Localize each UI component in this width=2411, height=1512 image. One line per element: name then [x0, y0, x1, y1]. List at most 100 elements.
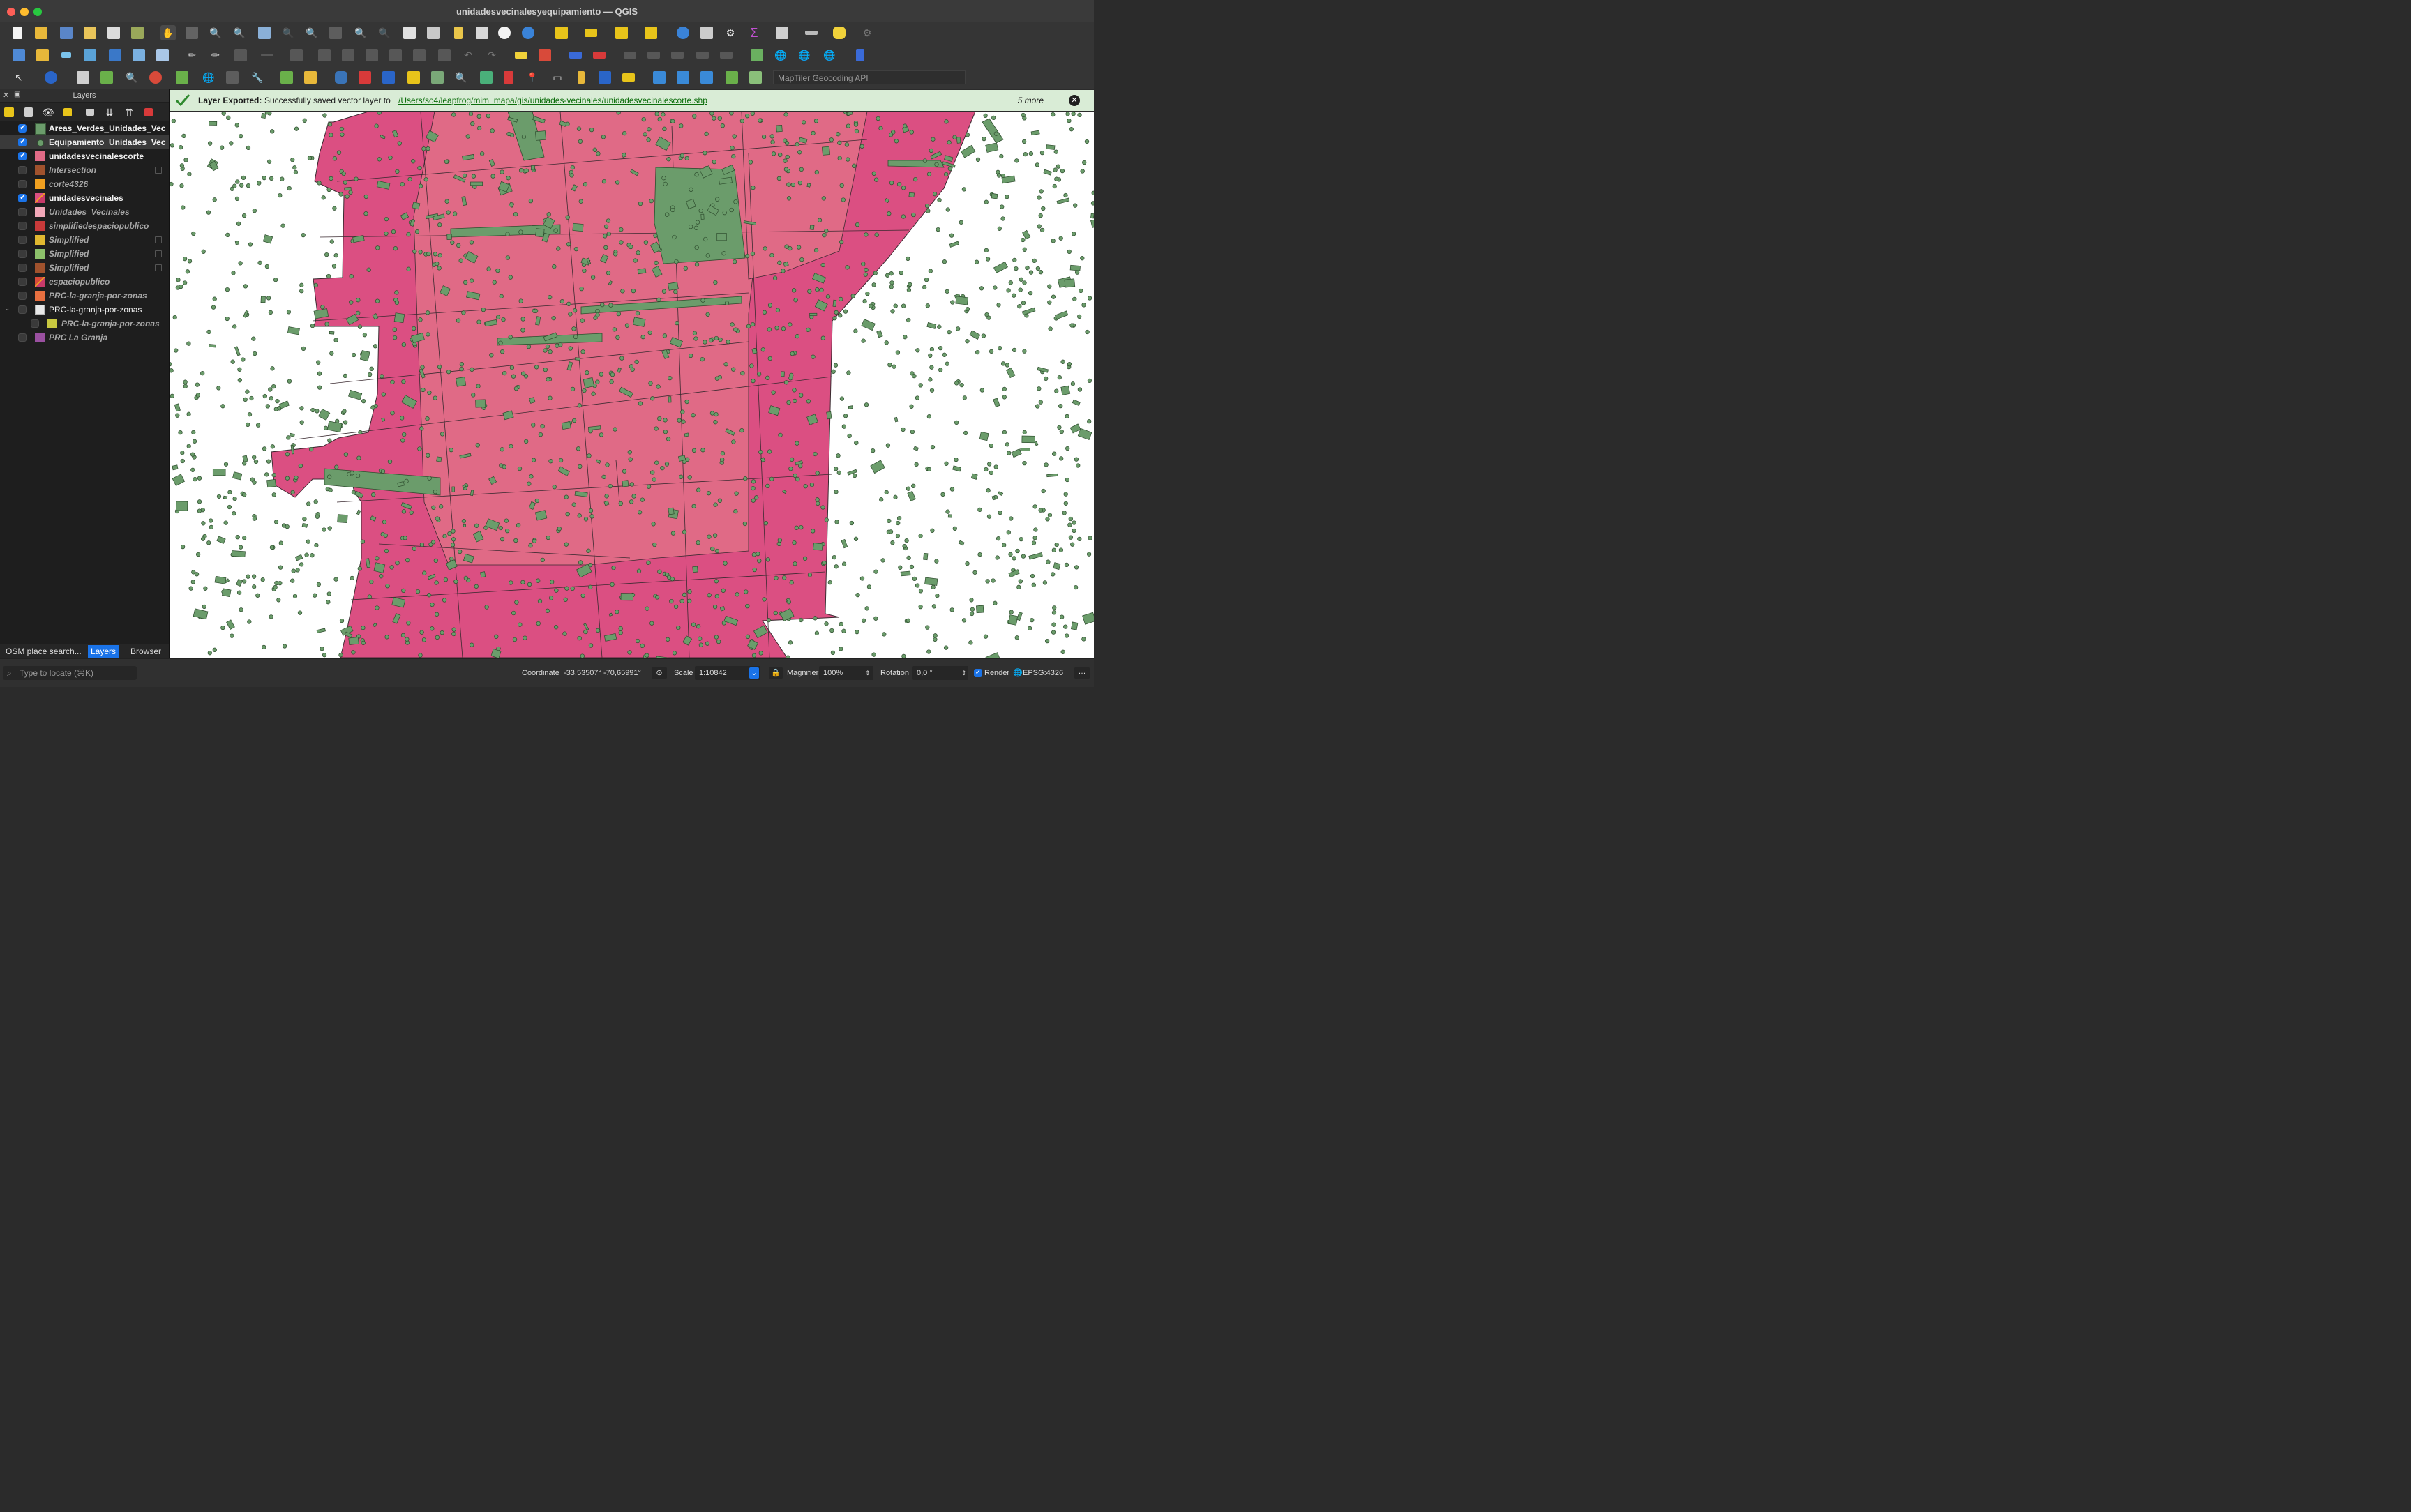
new-mesh-layer-icon[interactable] [155, 47, 170, 63]
kmz-icon[interactable] [621, 70, 636, 85]
layer-visibility-checkbox[interactable] [31, 319, 39, 328]
layer-row[interactable]: unidadesvecinales [0, 191, 169, 205]
coordinate-value[interactable]: -33,53507° -70,65991° [564, 666, 641, 680]
qr-icon[interactable] [724, 70, 739, 85]
layer-visibility-checkbox[interactable] [18, 166, 27, 174]
wcs-icon[interactable]: 🌐 [822, 47, 837, 63]
tab-layers[interactable]: Layers [88, 645, 119, 658]
rotation-input[interactable]: 0,0 ° [912, 666, 968, 680]
layer-row[interactable]: espaciopublico [0, 275, 169, 289]
new-shapefile-layer-icon[interactable] [82, 47, 98, 63]
zoom-to-layer-icon[interactable]: 🔍 [304, 25, 320, 40]
new-temporary-layer-icon[interactable] [59, 47, 74, 63]
magnifier-stepper-icon[interactable]: ⇕ [865, 666, 871, 680]
zoom-out-icon[interactable]: 🔍 [232, 25, 247, 40]
tab-osm-place-search[interactable]: OSM place search... [3, 645, 84, 658]
close-message-icon[interactable]: ✕ [1069, 95, 1080, 106]
pan-map-icon[interactable]: ✋ [160, 25, 176, 40]
add-group-icon[interactable] [21, 105, 36, 120]
map-canvas[interactable] [170, 112, 1094, 658]
layer-row[interactable]: Areas_Verdes_Unidades_Vec [0, 121, 169, 135]
remove-layer-icon[interactable] [141, 105, 156, 120]
label-options-icon[interactable] [592, 47, 607, 63]
lock-scale-icon[interactable]: 🔒 [769, 667, 783, 679]
layer-row[interactable]: unidadesvecinalescorte [0, 149, 169, 163]
move-label-icon[interactable] [670, 47, 685, 63]
paste-features-icon[interactable] [412, 47, 427, 63]
layer-visibility-checkbox[interactable] [18, 208, 27, 216]
layer-group-row[interactable]: ⌄ PRC-la-granja-por-zonas [0, 303, 169, 317]
zoom-in-icon[interactable]: 🔍 [208, 25, 223, 40]
layer-visibility-checkbox[interactable] [18, 192, 27, 202]
wrench-icon[interactable]: 🔧 [250, 70, 265, 85]
geocoder-search-input[interactable]: MapTiler Geocoding API [773, 70, 966, 84]
layer-visibility-checkbox[interactable] [18, 305, 27, 314]
settings-gear-icon[interactable]: ⚙ [859, 25, 875, 40]
show-hide-labels-icon[interactable] [646, 47, 661, 63]
processing-toolbox-icon[interactable]: ⚙ [723, 25, 738, 40]
attribute-table-toolbar-icon[interactable] [583, 25, 599, 40]
search-layers-icon[interactable] [279, 70, 294, 85]
digitize-line-icon[interactable] [260, 47, 275, 63]
crs-globe-icon[interactable]: 🌐 [1013, 666, 1023, 680]
layer-row[interactable]: PRC La Granja [0, 331, 169, 345]
layer-visibility-checkbox[interactable] [18, 292, 27, 300]
layer-row[interactable]: Simplified [0, 233, 169, 247]
copy-features-icon[interactable] [388, 47, 403, 63]
show-bookmarks-icon[interactable] [474, 25, 490, 40]
layer-row[interactable]: PRC-la-granja-por-zonas [0, 317, 169, 331]
scale-dropdown-icon[interactable]: ⌄ [749, 667, 759, 679]
message-file-link[interactable]: /Users/so4/leapfrog/mim_mapa/gis/unidade… [398, 96, 707, 105]
layer-row[interactable]: simplifiedespaciopublico [0, 219, 169, 233]
layer-visibility-checkbox[interactable] [18, 333, 27, 342]
delete-selected-icon[interactable] [340, 47, 356, 63]
find-icon[interactable]: 🔍 [124, 70, 140, 85]
new-virtual-layer-icon[interactable] [131, 47, 147, 63]
paste-alt-icon[interactable] [437, 47, 452, 63]
new-project-icon[interactable] [10, 25, 25, 40]
zoom-to-selection-icon[interactable]: 🔍 [280, 25, 296, 40]
zoom-full-icon[interactable] [257, 25, 272, 40]
layer-visibility-checkbox[interactable] [18, 180, 27, 188]
table-export-icon[interactable] [748, 70, 763, 85]
select-cursor-icon[interactable]: ↖ [11, 70, 27, 85]
globe-icon[interactable]: 🌐 [201, 70, 216, 85]
new-map-view-icon[interactable] [402, 25, 417, 40]
messages-icon[interactable]: … [1074, 667, 1090, 679]
layer-stack-icon[interactable] [406, 70, 421, 85]
change-label-icon[interactable] [719, 47, 734, 63]
toggle-editing-icon[interactable]: ✏ [208, 47, 223, 63]
location-pin-icon[interactable]: 📍 [525, 70, 540, 85]
vertex-tool-icon[interactable] [289, 47, 304, 63]
modify-attributes-icon[interactable] [317, 47, 332, 63]
pin-labels-icon[interactable] [622, 47, 638, 63]
wt-plugin-icon[interactable] [501, 70, 516, 85]
style-manager-icon[interactable] [130, 25, 145, 40]
bookmark-icon[interactable] [451, 25, 466, 40]
chevron-down-icon[interactable]: ⌄ [4, 305, 10, 312]
layer-visibility-checkbox[interactable] [18, 123, 27, 133]
person-icon[interactable] [573, 70, 589, 85]
toggle-extents-icon[interactable]: ⊙ [652, 667, 667, 679]
save-as-icon[interactable] [82, 25, 98, 40]
more-messages-button[interactable]: 5 more [1018, 96, 1044, 105]
wave-icon[interactable] [597, 70, 613, 85]
rotate-label-icon[interactable] [695, 47, 710, 63]
layer-row[interactable]: corte4326 [0, 177, 169, 191]
rectangle-tool-icon[interactable]: ▭ [550, 70, 565, 85]
locator-search-input[interactable]: ⌕ Type to locate (⌘K) [3, 666, 137, 680]
map-canvas-drawing[interactable] [170, 112, 1094, 658]
save-edits-icon[interactable] [233, 47, 248, 63]
xy-tools-icon[interactable] [225, 70, 240, 85]
georef-raster-icon[interactable] [303, 70, 318, 85]
python-console-icon[interactable] [333, 70, 349, 85]
java-plugin-icon[interactable] [357, 70, 373, 85]
screenshot-icon[interactable] [430, 70, 445, 85]
refresh-icon[interactable] [520, 25, 536, 40]
kml-export-icon[interactable] [652, 70, 667, 85]
layer-visibility-checkbox[interactable] [18, 137, 27, 146]
rotation-stepper-icon[interactable]: ⇕ [961, 666, 967, 680]
layer-visibility-checkbox[interactable] [18, 264, 27, 272]
pan-to-selection-icon[interactable] [184, 25, 200, 40]
open-attribute-table-icon[interactable] [774, 25, 790, 40]
